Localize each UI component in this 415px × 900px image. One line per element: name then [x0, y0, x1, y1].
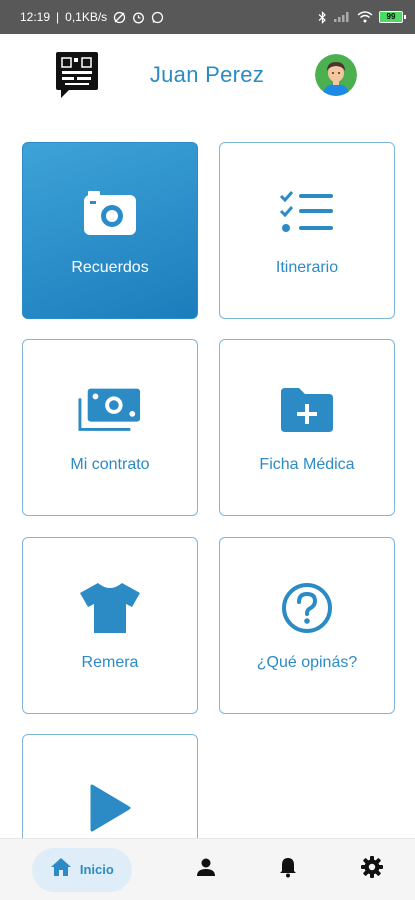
- battery-level: 99: [380, 12, 402, 22]
- nav-item-inicio[interactable]: Inicio: [31, 847, 132, 892]
- battery-icon: 99: [379, 11, 406, 23]
- status-right: 99: [318, 10, 406, 24]
- header: Juan Perez: [0, 34, 415, 116]
- tile-label: Remera: [81, 653, 139, 671]
- tile-label: Itinerario: [275, 258, 339, 276]
- nav-label-inicio: Inicio: [79, 862, 114, 877]
- folder-plus-icon: [275, 382, 339, 438]
- bluetooth-icon: [318, 10, 327, 24]
- nav-item-profile[interactable]: [196, 848, 216, 892]
- gear-icon: [361, 856, 384, 883]
- tile-que-opinas[interactable]: ¿Qué opinás?: [219, 537, 395, 714]
- nav-item-notifications[interactable]: [279, 848, 297, 892]
- status-time: 12:19: [20, 10, 51, 24]
- checklist-icon: [275, 185, 339, 241]
- bottom-nav: Inicio: [0, 838, 415, 900]
- tshirt-icon: [78, 580, 142, 636]
- tile-ficha-medica[interactable]: Ficha Médica: [219, 339, 395, 516]
- tile-mi-contrato[interactable]: Mi contrato: [22, 339, 198, 516]
- whatsapp-icon: [151, 11, 164, 24]
- app-logo: [55, 51, 99, 99]
- tile-recuerdos[interactable]: Recuerdos: [22, 142, 198, 319]
- bell-icon: [279, 856, 297, 883]
- no-signal-icon: [113, 11, 126, 24]
- play-icon: [78, 780, 142, 836]
- status-separator: |: [56, 10, 60, 24]
- status-bar: 12:19 | 0,1KB/s 99: [0, 0, 415, 34]
- question-circle-icon: [275, 580, 339, 636]
- avatar[interactable]: [314, 54, 357, 96]
- tile-label: Recuerdos: [71, 258, 149, 276]
- status-network-speed: 0,1KB/s: [65, 10, 108, 24]
- home-icon: [50, 857, 72, 882]
- status-left: 12:19 | 0,1KB/s: [20, 10, 164, 24]
- user-name: Juan Perez: [149, 62, 265, 87]
- signal-icon: [333, 11, 351, 23]
- tile-label: Ficha Médica: [259, 455, 355, 473]
- nav-item-settings[interactable]: [361, 848, 384, 892]
- person-icon: [196, 857, 216, 882]
- tile-remera[interactable]: Remera: [22, 537, 198, 714]
- money-icon: [78, 382, 142, 438]
- tile-label: Mi contrato: [70, 455, 150, 473]
- tile-label: ¿Qué opinás?: [256, 653, 358, 671]
- camera-icon: [78, 185, 142, 241]
- tile-itinerario[interactable]: Itinerario: [219, 142, 395, 319]
- wifi-icon: [357, 11, 373, 23]
- alarm-icon: [132, 11, 145, 24]
